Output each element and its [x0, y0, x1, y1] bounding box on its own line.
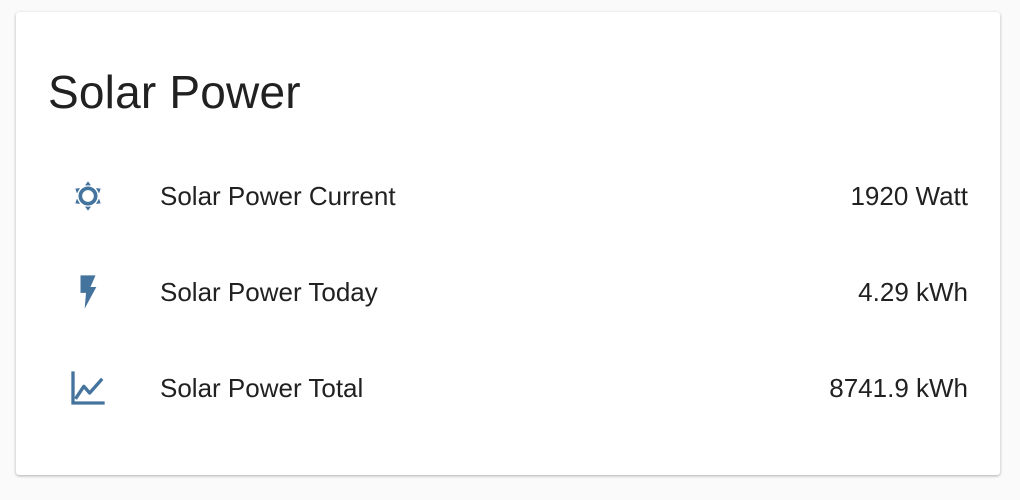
chart-line-icon: [68, 368, 108, 408]
card-title: Solar Power: [48, 66, 301, 118]
entity-state: 8741.9 kWh: [829, 372, 968, 403]
entity-state: 1920 Watt: [850, 180, 968, 211]
entity-name: Solar Power Total: [160, 372, 364, 403]
flash-icon: [68, 272, 108, 312]
entity-state: 4.29 kWh: [858, 276, 968, 307]
solar-power-card: Solar Power Solar Power Current 1920 Wat…: [16, 12, 1000, 475]
entity-row-solar-power-today[interactable]: Solar Power Today 4.29 kWh: [16, 264, 1000, 320]
entity-name: Solar Power Current: [160, 180, 396, 211]
entity-row-solar-power-current[interactable]: Solar Power Current 1920 Watt: [16, 168, 1000, 224]
entity-name: Solar Power Today: [160, 276, 378, 307]
entity-row-solar-power-total[interactable]: Solar Power Total 8741.9 kWh: [16, 360, 1000, 416]
sun-icon: [68, 176, 108, 216]
